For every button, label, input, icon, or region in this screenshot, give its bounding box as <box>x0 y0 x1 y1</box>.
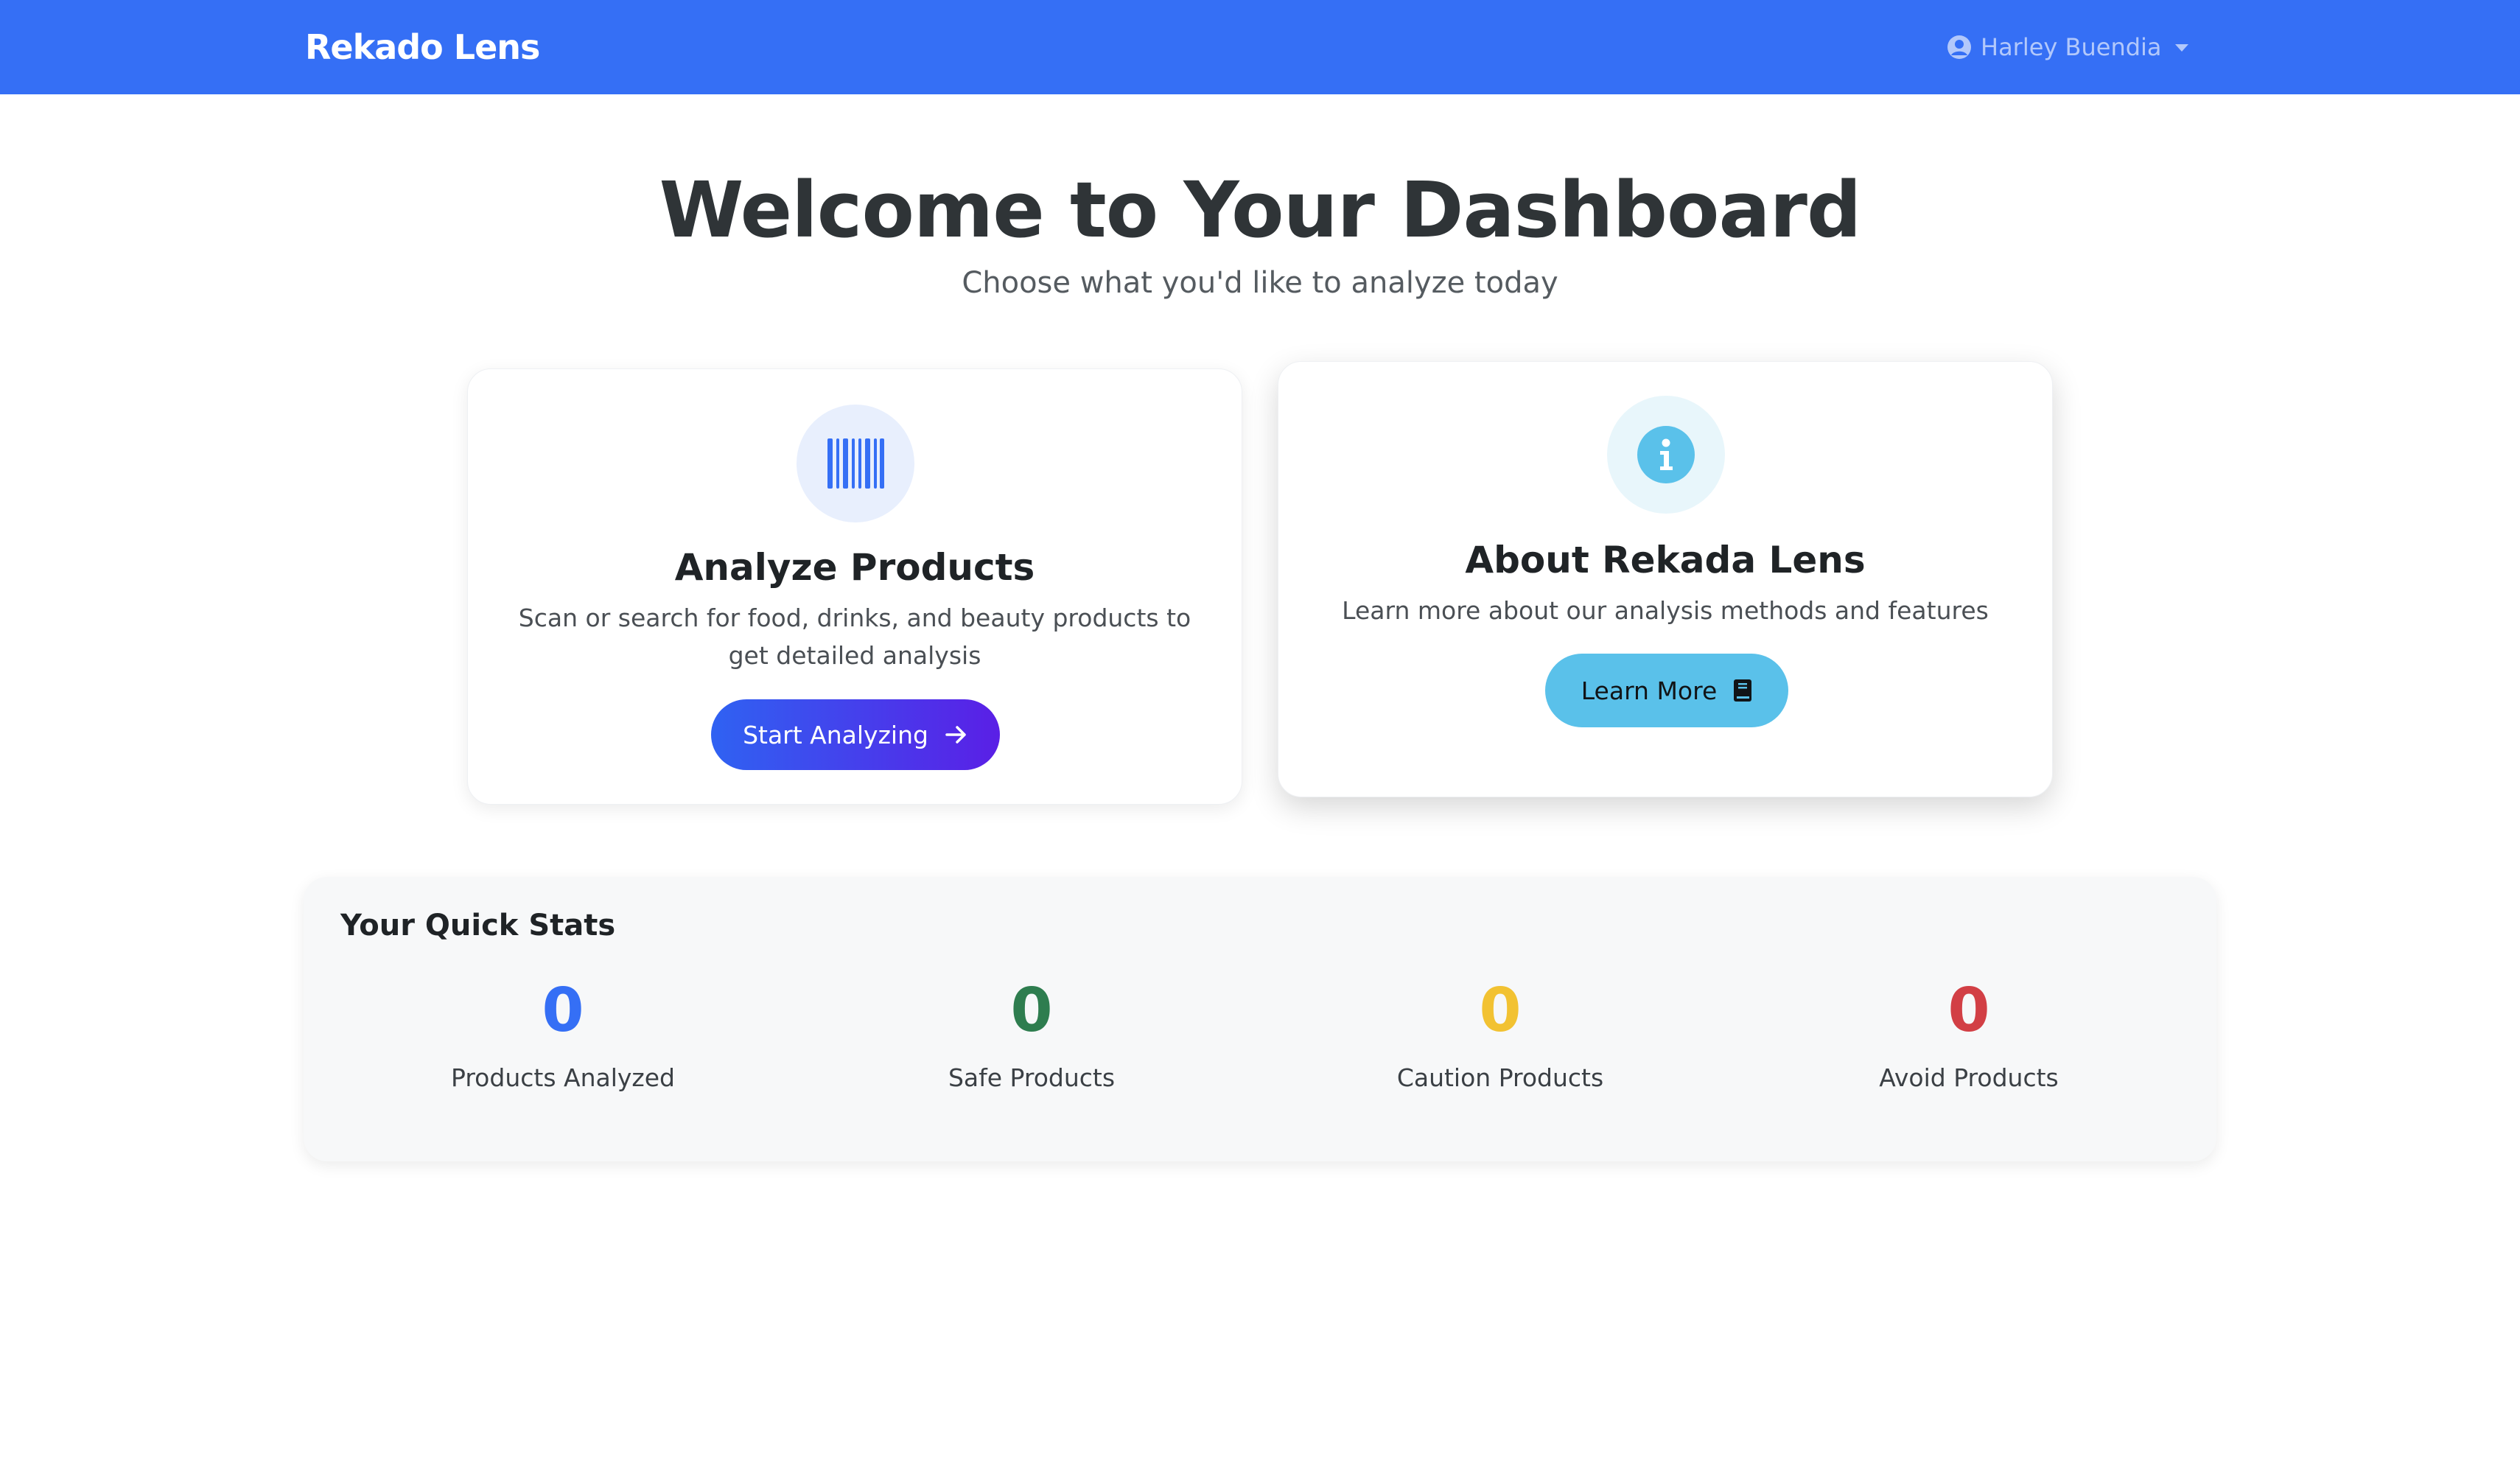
stat-value: 0 <box>1479 976 1522 1046</box>
button-label: Learn More <box>1581 676 1718 705</box>
stat-avoid-products: 0 Avoid Products <box>1735 974 2203 1096</box>
arrow-right-icon <box>945 726 966 744</box>
user-name: Harley Buendia <box>1981 33 2162 61</box>
stat-label: Avoid Products <box>1879 1063 2059 1092</box>
quick-stats-panel: Your Quick Stats 0 Products Analyzed 0 S… <box>304 877 2216 1161</box>
stat-value: 0 <box>1947 976 1990 1046</box>
page-subtitle: Choose what you'd like to analyze today <box>962 266 1558 300</box>
stat-value: 0 <box>542 976 584 1046</box>
card-description: Learn more about our analysis methods an… <box>1342 596 1989 625</box>
stat-products-analyzed: 0 Products Analyzed <box>329 974 797 1096</box>
stat-label: Caution Products <box>1396 1063 1604 1092</box>
barcode-icon <box>827 438 884 489</box>
stat-label: Products Analyzed <box>451 1063 675 1092</box>
button-label: Start Analyzing <box>743 720 928 749</box>
barcode-icon-circle <box>797 405 914 522</box>
book-icon <box>1734 679 1752 702</box>
chevron-down-icon <box>2174 44 2188 52</box>
stat-value: 0 <box>1010 976 1053 1046</box>
stat-safe-products: 0 Safe Products <box>797 974 1266 1096</box>
user-menu-dropdown[interactable]: Harley Buendia <box>1947 0 2188 94</box>
learn-more-button[interactable]: Learn More <box>1545 654 1788 727</box>
page-title: Welcome to Your Dashboard <box>659 165 1862 255</box>
brand-logo[interactable]: Rekado Lens <box>305 0 540 94</box>
card-title: About Rekada Lens <box>1465 539 1866 581</box>
analyze-products-card: Analyze Products Scan or search for food… <box>467 368 1242 805</box>
card-title: Analyze Products <box>674 546 1035 589</box>
quick-stats-title: Your Quick Stats <box>340 909 616 942</box>
info-icon <box>1637 426 1695 483</box>
card-description: Scan or search for food, drinks, and bea… <box>518 604 1191 670</box>
stat-caution-products: 0 Caution Products <box>1266 974 1735 1096</box>
top-navbar: Rekado Lens Harley Buendia <box>0 0 2520 94</box>
user-circle-icon <box>1947 35 1971 59</box>
start-analyzing-button[interactable]: Start Analyzing <box>711 699 1000 770</box>
stat-label: Safe Products <box>948 1063 1116 1092</box>
info-icon-circle <box>1607 396 1725 514</box>
about-card: About Rekada Lens Learn more about our a… <box>1278 361 2053 797</box>
